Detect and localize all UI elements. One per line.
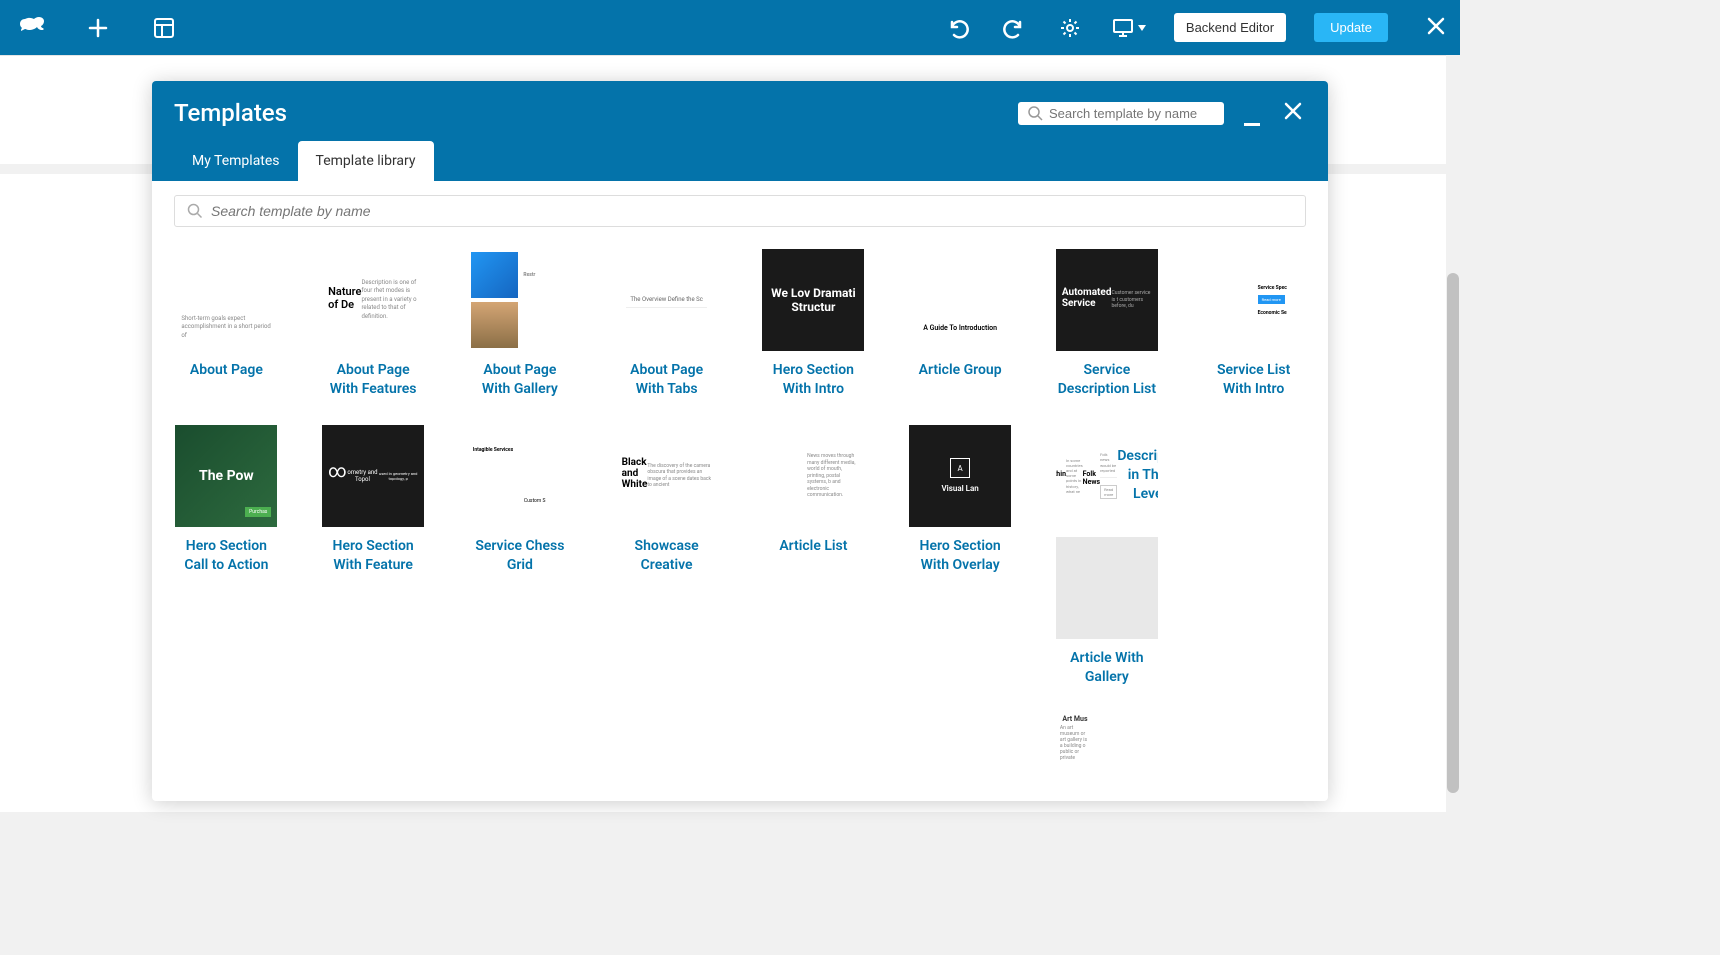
template-card[interactable]: Short-term goals expect accomplishment i… [174,249,279,399]
add-icon[interactable] [84,14,112,42]
template-title: Article With Image Grid [1055,799,1160,801]
template-title: Article Group [908,361,1013,380]
template-thumbnail: The Overview Define the Sc [616,249,718,351]
template-title: Service Chess Grid [468,537,573,575]
template-card[interactable]: The PowPurchas Hero Section Call to Acti… [174,425,279,801]
template-card[interactable]: Black and WhiteThe discovery of the came… [614,425,719,801]
template-card[interactable]: News moves through many different media,… [761,425,866,801]
template-card[interactable]: We Lov Dramati Structur Hero Section Wit… [761,249,866,399]
template-title: About Page With Gallery [468,361,573,399]
scrollbar-track[interactable] [1446,55,1460,812]
body-search-input[interactable] [211,203,1293,219]
template-title: Hero Section With Feature [321,537,426,575]
template-thumbnail: Restr [469,249,571,351]
template-thumbnail: Nature of DeDescription is one of four r… [322,249,424,351]
header-search[interactable] [1018,102,1224,125]
template-card[interactable]: Article With Gallery [1055,537,1160,687]
template-thumbnail: Black and WhiteThe discovery of the came… [616,425,718,527]
template-title: Hero Section With Overlay [908,537,1013,575]
redo-icon[interactable] [1000,14,1028,42]
template-card[interactable]: AVisual Lan Hero Section With Overlay [908,425,1013,801]
template-thumbnail: News moves through many different media,… [762,425,864,527]
template-thumbnail: NewsworthinIn some countries and at some… [1056,425,1158,527]
template-thumbnail: Automated ServiceCustomer service is t c… [1056,249,1158,351]
gear-icon[interactable] [1056,14,1084,42]
minimize-icon[interactable] [1238,107,1266,132]
templates-modal: Templates My Templates Template library [152,81,1328,801]
template-card[interactable]: Intagible ServicesCustom S Service Chess… [468,425,573,801]
template-thumbnail: ∞ometry and Topolused in geometry and to… [322,425,424,527]
undo-icon[interactable] [944,14,972,42]
topbar-right-group: Backend Editor Update [944,13,1446,43]
template-card[interactable]: ∞ometry and Topolused in geometry and to… [321,425,426,801]
modal-header: Templates My Templates Template library [152,81,1328,181]
template-title: Description in Three Levels [1117,447,1158,504]
tab-my-templates[interactable]: My Templates [174,141,298,181]
template-thumbnail: A Guide To Introduction [909,249,1011,351]
template-card[interactable]: Service SpecRead moreEconomic Se Service… [1201,249,1306,399]
app-topbar: Backend Editor Update [0,0,1460,55]
template-thumbnail: Art MusAn art museum or art gallery is a… [1056,687,1158,789]
body-search[interactable] [174,195,1306,227]
template-title: About Page [174,361,279,380]
modal-body: Short-term goals expect accomplishment i… [152,181,1328,801]
template-thumbnail: Intagible ServicesCustom S [469,425,571,527]
template-title: Article List [761,537,866,556]
update-button[interactable]: Update [1314,13,1388,42]
template-card[interactable]: NewsworthinIn some countries and at some… [1055,425,1160,801]
modal-titlebar: Templates [174,99,1306,127]
template-thumbnail: AVisual Lan [909,425,1011,527]
viewport-icon[interactable] [1112,14,1146,42]
template-title: Service Description List [1055,361,1160,399]
template-card[interactable]: The Overview Define the Sc About Page Wi… [614,249,719,399]
template-thumbnail: The PowPurchas [175,425,277,527]
template-thumbnail: Short-term goals expect accomplishment i… [175,249,277,351]
template-title: About Page With Tabs [614,361,719,399]
template-thumbnail [1056,537,1158,639]
modal-title: Templates [174,99,287,127]
app-close-icon[interactable] [1426,13,1446,43]
tab-template-library[interactable]: Template library [298,141,434,181]
template-title: Hero Section With Intro [761,361,866,399]
template-card[interactable]: Automated ServiceCustomer service is t c… [1055,249,1160,399]
template-title: About Page With Features [321,361,426,399]
modal-tabs: My Templates Template library [174,141,1306,181]
template-title: Service List With Intro [1201,361,1306,399]
modal-close-icon[interactable] [1280,101,1306,126]
template-card[interactable]: Restr About Page With Gallery [468,249,573,399]
template-card[interactable]: Art MusAn art museum or art gallery is a… [1055,687,1160,801]
scrollbar-thumb[interactable] [1447,273,1459,793]
template-card[interactable]: A Guide To Introduction Article Group [908,249,1013,399]
modal-actions [1018,101,1306,126]
backend-editor-button[interactable]: Backend Editor [1174,13,1286,42]
logo-icon[interactable] [18,14,46,42]
template-thumbnail: We Lov Dramati Structur [762,249,864,351]
layout-icon[interactable] [150,14,178,42]
template-title: Showcase Creative [614,537,719,575]
template-title: Hero Section Call to Action [174,537,279,575]
template-title: Article With Gallery [1055,649,1160,687]
topbar-left-group [18,14,178,42]
header-search-input[interactable] [1049,106,1214,121]
template-thumbnail: Service SpecRead moreEconomic Se [1203,249,1305,351]
template-card[interactable]: Nature of DeDescription is one of four r… [321,249,426,399]
templates-grid: Short-term goals expect accomplishment i… [174,249,1306,801]
